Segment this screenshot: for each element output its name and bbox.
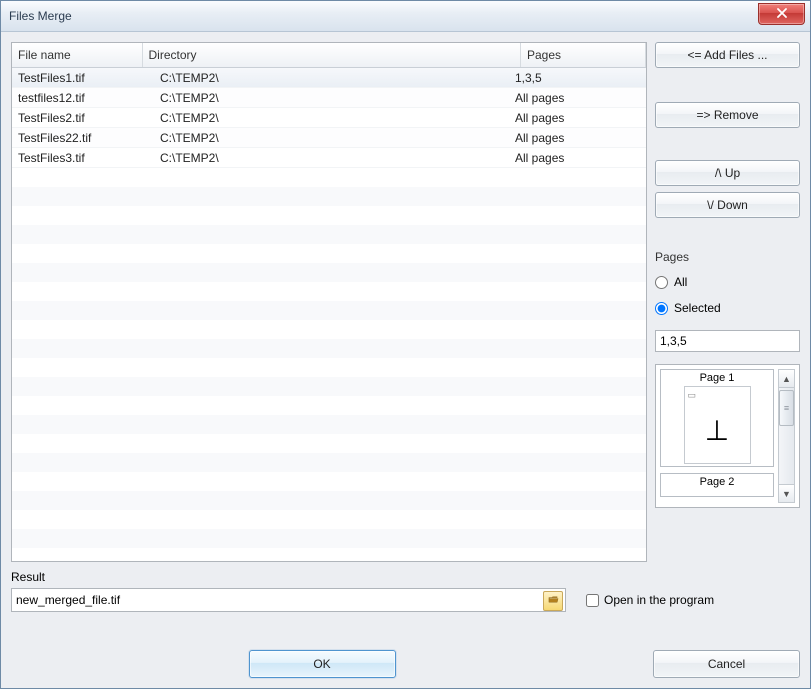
page-thumb-2-label: Page 2 [700, 476, 735, 488]
browse-button[interactable] [543, 591, 563, 611]
cell-pages: All pages [509, 131, 646, 145]
pages-selected-label: Selected [674, 301, 721, 315]
table-row[interactable]: TestFiles3.tifC:\TEMP2\All pages [12, 148, 646, 168]
cell-directory: C:\TEMP2\ [154, 111, 509, 125]
cell-file-name: TestFiles3.tif [12, 151, 154, 165]
page-thumb-2[interactable]: Page 2 [660, 473, 774, 497]
cell-directory: C:\TEMP2\ [154, 71, 509, 85]
pages-all-radio[interactable] [655, 276, 668, 289]
col-pages[interactable]: Pages [521, 43, 646, 68]
cell-file-name: TestFiles22.tif [12, 131, 154, 145]
files-merge-dialog: Files Merge File name Directory Pages [0, 0, 811, 689]
scroll-thumb[interactable] [779, 390, 794, 426]
selected-pages-input[interactable] [655, 330, 800, 352]
cell-directory: C:\TEMP2\ [154, 151, 509, 165]
cell-pages: 1,3,5 [509, 71, 646, 85]
cell-directory: C:\TEMP2\ [154, 131, 509, 145]
folder-open-icon [548, 594, 559, 608]
preview-scroll[interactable]: Page 1 ▭ ⊥ Page 2 [660, 369, 774, 503]
remove-button[interactable]: => Remove [655, 102, 800, 128]
cell-file-name: testfiles12.tif [12, 91, 154, 105]
col-file-name[interactable]: File name [12, 43, 142, 68]
close-icon [777, 7, 787, 21]
col-directory[interactable]: Directory [142, 43, 521, 68]
file-list[interactable]: File name Directory Pages TestFiles1.tif… [11, 42, 647, 562]
upper-area: File name Directory Pages TestFiles1.tif… [11, 42, 800, 562]
open-in-program-checkbox[interactable] [586, 594, 599, 607]
scroll-down-arrow-icon[interactable]: ▼ [779, 484, 794, 502]
dialog-content: File name Directory Pages TestFiles1.tif… [1, 32, 810, 688]
window-title: Files Merge [9, 9, 72, 23]
result-label: Result [11, 570, 800, 584]
result-file-input[interactable] [11, 588, 566, 612]
image-icon: ▭ [688, 390, 697, 401]
page-thumb-1-label: Page 1 [700, 372, 735, 384]
pages-selected-radio[interactable] [655, 302, 668, 315]
cell-file-name: TestFiles2.tif [12, 111, 154, 125]
side-panel: <= Add Files ... => Remove /\ Up \/ Down… [655, 42, 800, 562]
move-up-button[interactable]: /\ Up [655, 160, 800, 186]
table-row[interactable]: testfiles12.tifC:\TEMP2\All pages [12, 88, 646, 108]
page-preview-list: Page 1 ▭ ⊥ Page 2 ▲ [655, 364, 800, 508]
file-list-header: File name Directory Pages [12, 43, 646, 68]
open-in-program-label: Open in the program [604, 593, 714, 607]
add-files-button[interactable]: <= Add Files ... [655, 42, 800, 68]
cell-directory: C:\TEMP2\ [154, 91, 509, 105]
cell-pages: All pages [509, 151, 646, 165]
pages-all-label: All [674, 275, 687, 289]
cancel-button[interactable]: Cancel [653, 650, 800, 678]
open-in-program-row[interactable]: Open in the program [586, 593, 714, 607]
pages-selected-radio-row[interactable]: Selected [655, 298, 800, 318]
ok-button[interactable]: OK [249, 650, 396, 678]
cell-pages: All pages [509, 91, 646, 105]
pages-all-radio-row[interactable]: All [655, 272, 800, 292]
result-section: Result Open in the program [11, 570, 800, 612]
table-row[interactable]: TestFiles22.tifC:\TEMP2\All pages [12, 128, 646, 148]
cell-file-name: TestFiles1.tif [12, 71, 154, 85]
file-list-body[interactable]: TestFiles1.tifC:\TEMP2\1,3,5testfiles12.… [12, 68, 646, 561]
preview-scrollbar[interactable]: ▲ ▼ [778, 369, 795, 503]
dialog-buttons: OK Cancel [11, 650, 800, 678]
page-thumb-1-image: ▭ ⊥ [684, 386, 751, 464]
title-bar: Files Merge [1, 1, 810, 32]
scroll-up-arrow-icon[interactable]: ▲ [779, 370, 794, 388]
table-row[interactable]: TestFiles1.tifC:\TEMP2\1,3,5 [12, 68, 646, 88]
pages-label: Pages [655, 250, 800, 264]
cell-pages: All pages [509, 111, 646, 125]
close-button[interactable] [758, 3, 805, 25]
page-thumb-1[interactable]: Page 1 ▭ ⊥ [660, 369, 774, 467]
move-down-button[interactable]: \/ Down [655, 192, 800, 218]
table-row[interactable]: TestFiles2.tifC:\TEMP2\All pages [12, 108, 646, 128]
